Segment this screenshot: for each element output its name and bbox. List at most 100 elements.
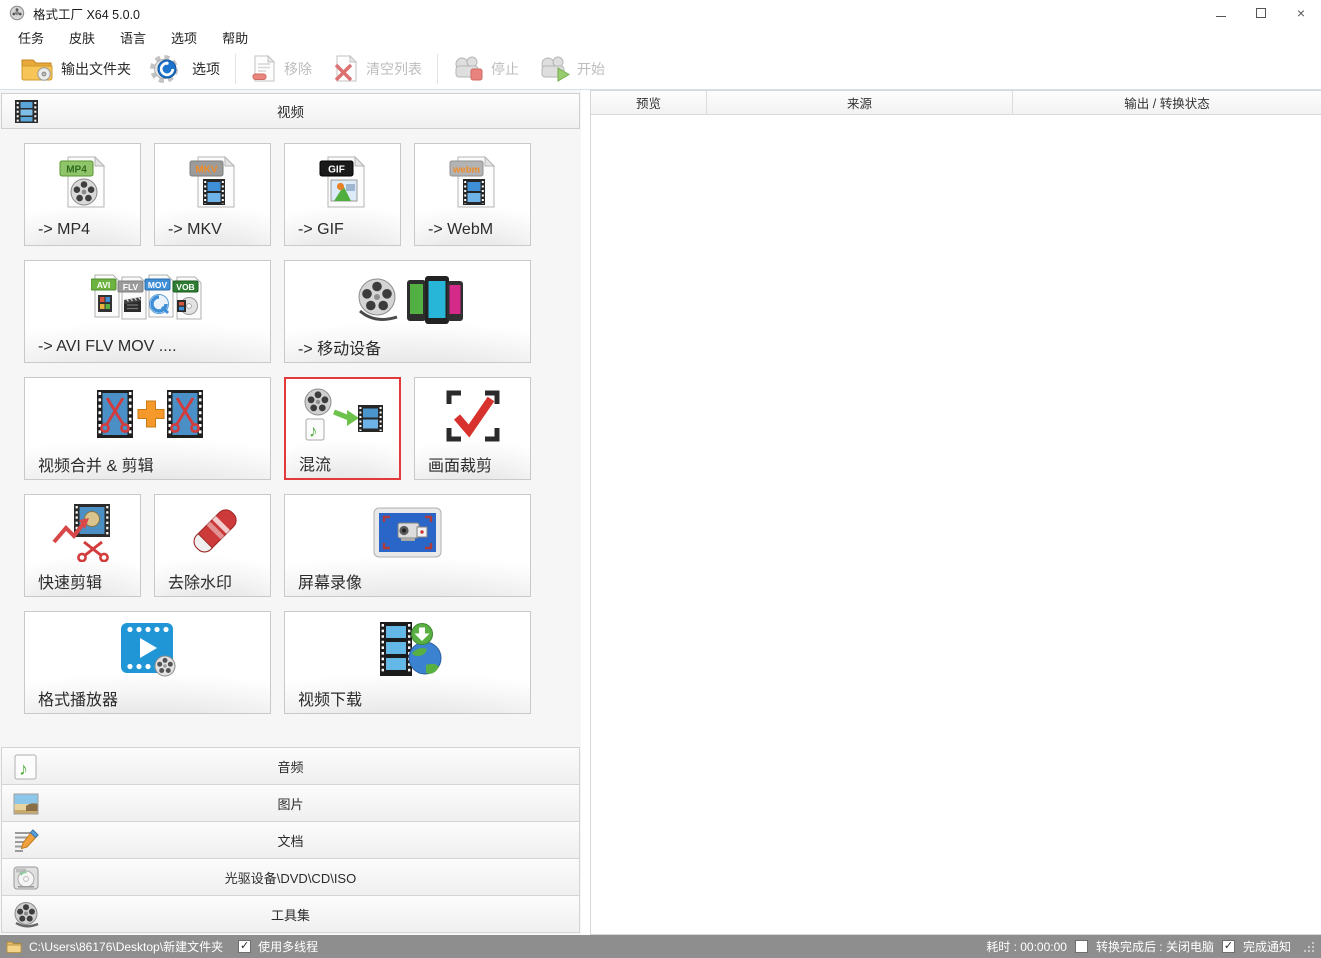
svg-text:GIF: GIF: [328, 164, 345, 175]
start-label: 开始: [577, 59, 605, 79]
tile-to-gif[interactable]: GIF -> GIF: [284, 143, 401, 246]
resize-grip[interactable]: [1303, 941, 1315, 953]
options-button[interactable]: 选项: [143, 50, 226, 88]
toolbar-separator: [437, 54, 438, 84]
svg-text:♪: ♪: [309, 421, 318, 440]
video-section-header[interactable]: 视频: [1, 93, 580, 129]
svg-text:MP4: MP4: [66, 164, 87, 175]
tile-label: -> WebM: [415, 214, 530, 245]
menu-options[interactable]: 选项: [171, 28, 209, 47]
tile-label: 视频合并 & 剪辑: [25, 448, 270, 479]
maximize-button[interactable]: [1241, 0, 1281, 26]
output-folder-label: 输出文件夹: [61, 59, 131, 79]
tile-crop[interactable]: 画面裁剪: [414, 377, 531, 480]
start-button[interactable]: 开始: [533, 53, 611, 85]
category-label: 光驱设备\DVD\CD\ISO: [225, 868, 356, 887]
picture-icon: [12, 790, 40, 818]
window-title: 格式工厂 X64 5.0.0: [33, 4, 140, 23]
tile-to-mobile-device[interactable]: -> 移动设备: [284, 260, 531, 363]
svg-text:FLV: FLV: [122, 281, 138, 291]
merge-clip-icon: [25, 378, 270, 448]
tile-label: 混流: [286, 447, 399, 478]
menu-language[interactable]: 语言: [120, 28, 158, 47]
webm-file-icon: webm: [415, 144, 530, 214]
category-audio[interactable]: ♪ 音频: [1, 747, 580, 785]
options-gear-icon: [149, 52, 185, 86]
tile-screen-record[interactable]: 屏幕录像: [284, 494, 531, 597]
category-label: 文档: [277, 831, 303, 850]
clear-list-button[interactable]: 清空列表: [326, 52, 428, 85]
remove-label: 移除: [284, 59, 312, 79]
tile-remove-watermark[interactable]: 去除水印: [154, 494, 271, 597]
mp4-file-icon: MP4: [25, 144, 140, 214]
menu-task[interactable]: 任务: [18, 28, 56, 47]
filmstrip-icon: [13, 98, 40, 125]
stop-icon: [453, 55, 484, 83]
tile-to-mkv[interactable]: MKV -> MKV: [154, 143, 271, 246]
category-disc-device[interactable]: 光驱设备\DVD\CD\ISO: [1, 858, 580, 896]
disc-drive-icon: [12, 864, 40, 892]
menu-help[interactable]: 帮助: [222, 28, 260, 47]
title-bar: 格式工厂 X64 5.0.0 ×: [0, 0, 1321, 26]
tile-video-merge-clip[interactable]: 视频合并 & 剪辑: [24, 377, 271, 480]
menu-bar: 任务 皮肤 语言 选项 帮助: [0, 26, 1321, 48]
remove-file-icon: [251, 54, 277, 83]
minimize-button[interactable]: [1201, 0, 1241, 26]
menu-skin[interactable]: 皮肤: [69, 28, 107, 47]
tile-label: -> GIF: [285, 214, 400, 245]
tile-video-download[interactable]: 视频下载: [284, 611, 531, 714]
tile-label: 视频下载: [285, 682, 530, 713]
category-label: 图片: [277, 794, 303, 813]
task-list-panel: 预览 来源 输出 / 转换状态: [590, 90, 1321, 935]
output-folder-button[interactable]: 输出文件夹: [14, 53, 137, 84]
multithread-label: 使用多线程: [258, 938, 318, 955]
stop-button[interactable]: 停止: [447, 53, 525, 85]
task-list-header: 预览 来源 输出 / 转换状态: [591, 91, 1321, 115]
player-icon: [25, 612, 270, 682]
category-panel: 视频 MP4 -> MP4: [0, 90, 581, 935]
notify-label: 完成通知: [1243, 938, 1291, 955]
clear-list-icon: [332, 54, 359, 83]
clear-list-label: 清空列表: [366, 59, 422, 79]
tile-label: 格式播放器: [25, 682, 270, 713]
document-icon: [12, 827, 40, 855]
tile-to-mp4[interactable]: MP4 -> MP4: [24, 143, 141, 246]
mkv-file-icon: MKV: [155, 144, 270, 214]
category-label: 工具集: [271, 905, 310, 924]
video-download-icon: [285, 612, 530, 682]
toolset-reel-icon: [12, 901, 40, 929]
mux-icon: ♪: [286, 379, 399, 447]
tile-to-webm[interactable]: webm -> WebM: [414, 143, 531, 246]
gif-file-icon: GIF: [285, 144, 400, 214]
tile-quick-clip[interactable]: 快速剪辑: [24, 494, 141, 597]
output-path-folder-icon[interactable]: [6, 940, 22, 953]
tile-label: -> MP4: [25, 214, 140, 245]
screen-record-icon: [285, 495, 530, 565]
category-document[interactable]: 文档: [1, 821, 580, 859]
notify-checkbox[interactable]: ✓: [1222, 940, 1235, 953]
multithread-checkbox[interactable]: ✓: [238, 940, 251, 953]
close-button[interactable]: ×: [1281, 0, 1321, 26]
status-bar: C:\Users\86176\Desktop\新建文件夹 ✓ 使用多线程 耗时 …: [0, 935, 1321, 958]
video-tools-grid: MP4 -> MP4 MKV: [24, 143, 531, 714]
column-source[interactable]: 来源: [707, 91, 1013, 114]
output-path-text: C:\Users\86176\Desktop\新建文件夹: [29, 938, 223, 955]
column-output-status[interactable]: 输出 / 转换状态: [1013, 91, 1321, 114]
shutdown-after-checkbox[interactable]: [1075, 940, 1088, 953]
tile-label: -> MKV: [155, 214, 270, 245]
tile-to-avi-flv-mov[interactable]: AVI FLV: [24, 260, 271, 363]
category-toolset[interactable]: 工具集: [1, 895, 580, 933]
audio-icon: ♪: [12, 753, 40, 781]
remove-button[interactable]: 移除: [245, 52, 318, 85]
column-preview[interactable]: 预览: [591, 91, 707, 114]
tile-mux[interactable]: ♪ 混流: [284, 377, 401, 480]
tile-label: 画面裁剪: [415, 448, 530, 479]
tile-format-player[interactable]: 格式播放器: [24, 611, 271, 714]
task-list-body[interactable]: [591, 115, 1321, 934]
stop-label: 停止: [491, 59, 519, 79]
svg-text:♪: ♪: [19, 759, 28, 779]
category-picture[interactable]: 图片: [1, 784, 580, 822]
quick-clip-icon: [25, 495, 140, 565]
eraser-icon: [155, 495, 270, 565]
start-icon: [539, 55, 570, 83]
